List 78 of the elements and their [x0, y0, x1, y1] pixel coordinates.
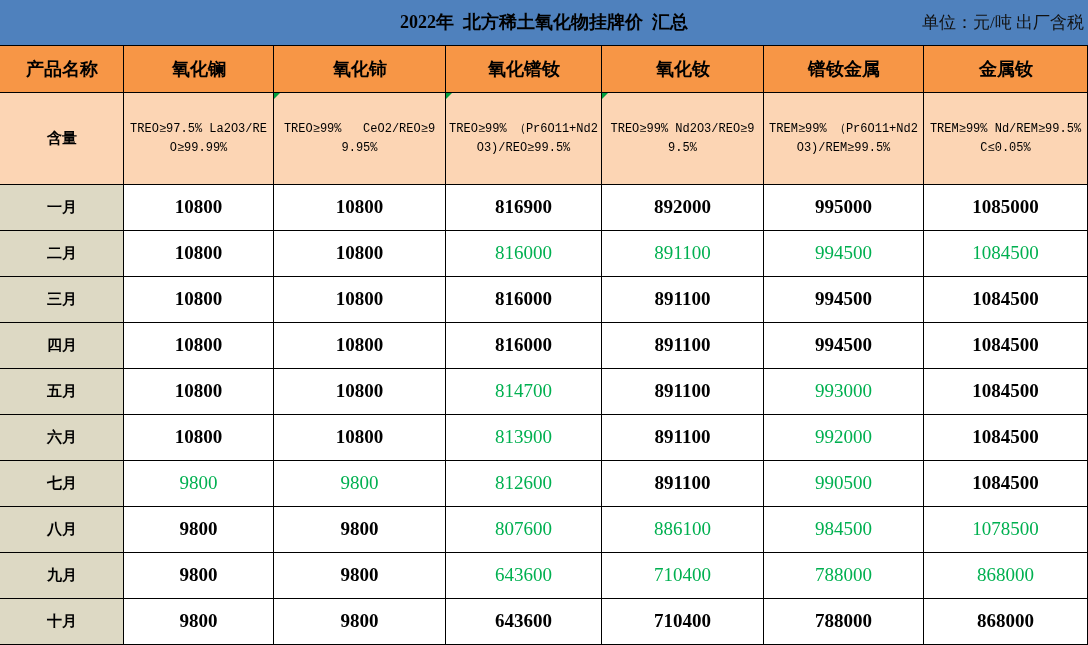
price-cell: 891100: [602, 277, 764, 323]
price-cell: 812600: [446, 461, 602, 507]
price-cell: 994500: [764, 231, 924, 277]
price-cell: 9800: [124, 599, 274, 645]
price-cell: 788000: [764, 553, 924, 599]
price-cell: 10800: [274, 415, 446, 461]
month-cell: 五月: [0, 369, 124, 415]
price-cell: 816000: [446, 277, 602, 323]
spec-cell: TREO≥99% Nd2O3/REO≥99.5%: [602, 93, 764, 185]
spec-cell: TREM≥99% （Pr6O11+Nd2O3)/REM≥99.5%: [764, 93, 924, 185]
price-cell: 10800: [274, 185, 446, 231]
price-cell: 710400: [602, 599, 764, 645]
price-cell: 1084500: [924, 461, 1088, 507]
price-cell: 891100: [602, 323, 764, 369]
price-cell: 891100: [602, 231, 764, 277]
spec-cell: TREO≥97.5% La2O3/REO≥99.99%: [124, 93, 274, 185]
price-cell: 886100: [602, 507, 764, 553]
price-cell: 643600: [446, 553, 602, 599]
price-cell: 9800: [274, 461, 446, 507]
table-title: 2022年 北方稀土氧化物挂牌价 汇总: [400, 11, 688, 34]
price-cell: 1084500: [924, 323, 1088, 369]
month-cell: 四月: [0, 323, 124, 369]
price-cell: 10800: [274, 277, 446, 323]
price-cell: 9800: [274, 599, 446, 645]
price-cell: 710400: [602, 553, 764, 599]
price-cell: 9800: [124, 553, 274, 599]
price-cell: 10800: [124, 231, 274, 277]
price-cell: 10800: [124, 185, 274, 231]
price-cell: 10800: [124, 415, 274, 461]
price-cell: 816000: [446, 231, 602, 277]
price-cell: 891100: [602, 415, 764, 461]
price-cell: 816000: [446, 323, 602, 369]
price-cell: 10800: [124, 323, 274, 369]
price-cell: 1084500: [924, 231, 1088, 277]
price-cell: 10800: [274, 369, 446, 415]
price-cell: 814700: [446, 369, 602, 415]
price-cell: 993000: [764, 369, 924, 415]
price-cell: 1085000: [924, 185, 1088, 231]
price-cell: 9800: [124, 461, 274, 507]
price-cell: 9800: [274, 507, 446, 553]
price-cell: 10800: [124, 277, 274, 323]
price-cell: 984500: [764, 507, 924, 553]
spec-cell: TREO≥99% （Pr6O11+Nd2O3)/REO≥99.5%: [446, 93, 602, 185]
month-cell: 三月: [0, 277, 124, 323]
price-cell: 994500: [764, 277, 924, 323]
price-cell: 643600: [446, 599, 602, 645]
price-cell: 10800: [274, 323, 446, 369]
month-cell: 七月: [0, 461, 124, 507]
price-cell: 1078500: [924, 507, 1088, 553]
month-cell: 十月: [0, 599, 124, 645]
price-cell: 813900: [446, 415, 602, 461]
spec-cell: TREM≥99% Nd/REM≥99.5% C≤0.05%: [924, 93, 1088, 185]
price-cell: 891100: [602, 461, 764, 507]
price-cell: 10800: [124, 369, 274, 415]
price-cell: 9800: [274, 553, 446, 599]
price-cell: 891100: [602, 369, 764, 415]
price-cell: 1084500: [924, 415, 1088, 461]
price-cell: 816900: [446, 185, 602, 231]
spec-cell: TREO≥99% CeO2/REO≥99.95%: [274, 93, 446, 185]
price-cell: 990500: [764, 461, 924, 507]
price-cell: 788000: [764, 599, 924, 645]
month-cell: 九月: [0, 553, 124, 599]
price-cell: 1084500: [924, 277, 1088, 323]
price-cell: 868000: [924, 599, 1088, 645]
price-cell: 868000: [924, 553, 1088, 599]
unit-note: 单位：元/吨 出厂含税: [922, 11, 1084, 34]
price-cell: 995000: [764, 185, 924, 231]
price-cell: 1084500: [924, 369, 1088, 415]
month-cell: 八月: [0, 507, 124, 553]
month-cell: 六月: [0, 415, 124, 461]
price-cell: 9800: [124, 507, 274, 553]
month-cell: 一月: [0, 185, 124, 231]
price-cell: 994500: [764, 323, 924, 369]
price-cell: 807600: [446, 507, 602, 553]
price-cell: 992000: [764, 415, 924, 461]
price-cell: 10800: [274, 231, 446, 277]
month-cell: 二月: [0, 231, 124, 277]
price-cell: 892000: [602, 185, 764, 231]
